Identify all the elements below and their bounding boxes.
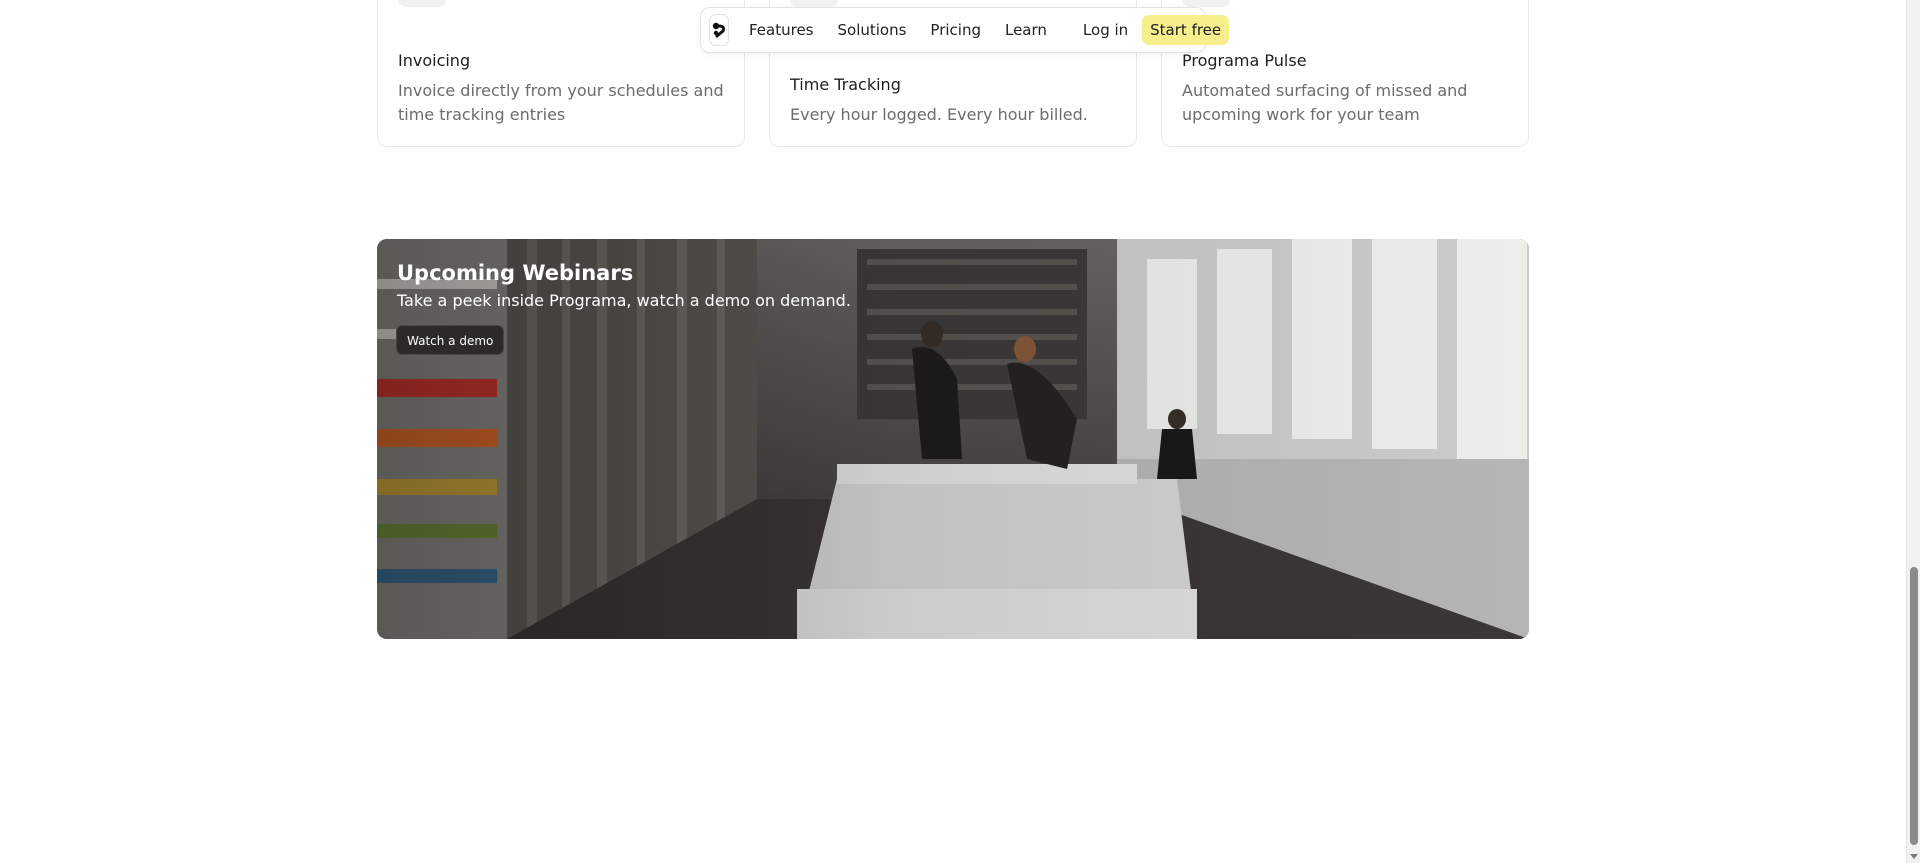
stopwatch-icon — [790, 0, 838, 7]
card-description: Every hour logged. Every hour billed. — [790, 105, 1088, 124]
wallet-icon — [398, 0, 446, 7]
nav-link-pricing[interactable]: Pricing — [918, 15, 993, 45]
nav-link-features[interactable]: Features — [737, 15, 826, 45]
nav-link-solutions[interactable]: Solutions — [826, 15, 919, 45]
card-title: Invoicing — [398, 51, 471, 70]
scrollbar[interactable] — [1906, 0, 1920, 863]
watch-demo-button[interactable]: Watch a demo — [396, 325, 505, 355]
programa-logo-icon[interactable] — [709, 14, 729, 46]
nav-link-learn[interactable]: Learn — [993, 15, 1059, 45]
top-nav: Features Solutions Pricing Learn Log in … — [700, 7, 1230, 53]
start-free-button[interactable]: Start free — [1142, 15, 1230, 45]
banner-title: Upcoming Webinars — [397, 261, 634, 285]
scroll-down-arrow-icon[interactable] — [1910, 854, 1918, 859]
banner-subtitle: Take a peek inside Programa, watch a dem… — [397, 291, 851, 310]
feature-card-invoicing[interactable]: Invoicing Invoice directly from your sch… — [377, 0, 745, 147]
pulse-icon — [1182, 0, 1230, 7]
webinar-banner: Upcoming Webinars Take a peek inside Pro… — [377, 239, 1529, 639]
card-title: Time Tracking — [790, 75, 901, 94]
card-description: Automated surfacing of missed and upcomi… — [1182, 81, 1468, 124]
card-title: Programa Pulse — [1182, 51, 1307, 70]
scrollbar-thumb[interactable] — [1910, 567, 1918, 845]
page: Invoicing Invoice directly from your sch… — [0, 0, 1920, 863]
card-description: Invoice directly from your schedules and… — [398, 81, 724, 124]
login-link[interactable]: Log in — [1071, 15, 1140, 45]
